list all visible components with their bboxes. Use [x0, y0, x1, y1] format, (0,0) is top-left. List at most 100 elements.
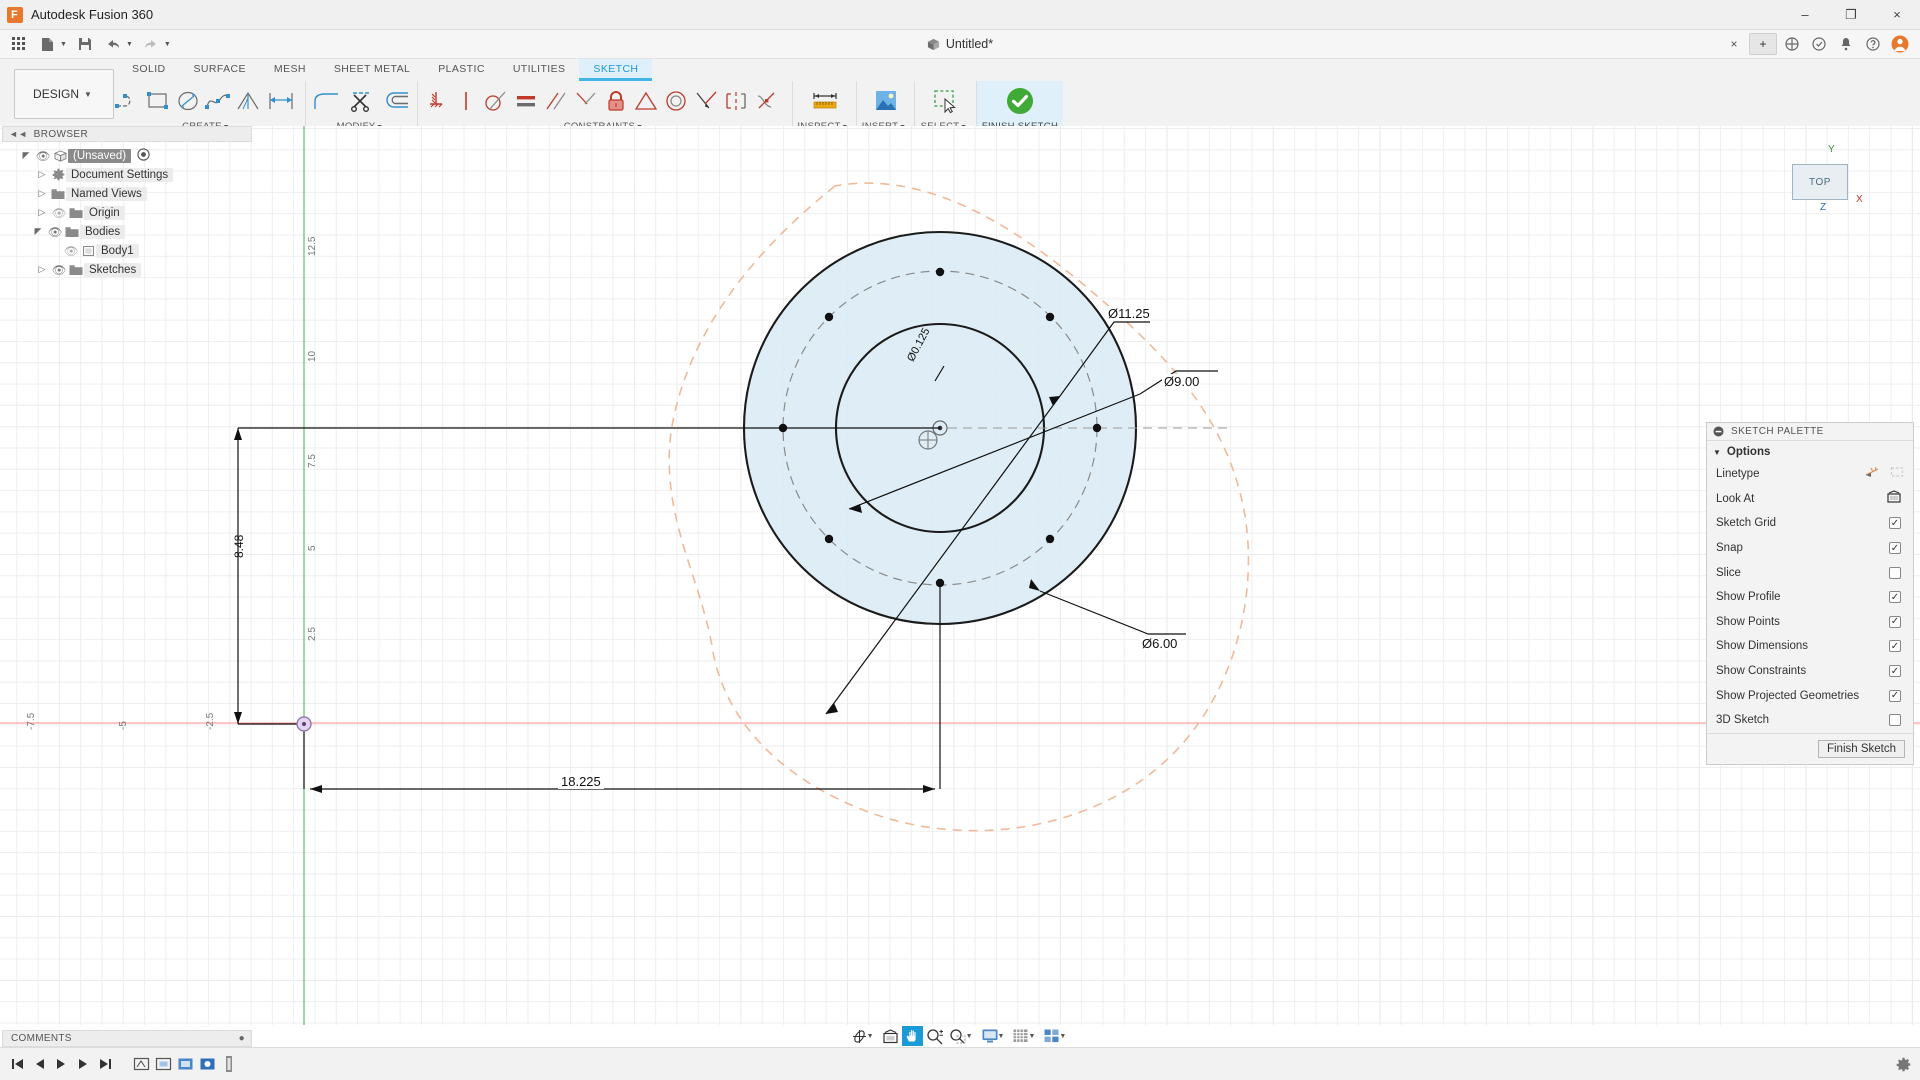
palette-row-sketch-grid[interactable]: Sketch Grid ✓ [1707, 511, 1913, 536]
look-at-icon[interactable] [880, 1026, 901, 1046]
tab-surface[interactable]: SURFACE [180, 59, 260, 81]
circle-icon[interactable] [173, 84, 203, 118]
step-back-icon[interactable] [30, 1054, 48, 1074]
polygon-icon[interactable] [233, 84, 263, 118]
dimension-label-outer[interactable]: Ø11.25 [1106, 306, 1152, 321]
sketch-palette-options-section[interactable]: ▼ Options [1707, 441, 1913, 462]
collinear-constraint-icon[interactable] [691, 84, 721, 118]
display-settings-caret-icon[interactable]: ▼ [998, 1033, 1005, 1040]
grid-menu-icon[interactable] [6, 32, 32, 56]
collapse-arrow-icon[interactable]: ▷ [34, 188, 50, 199]
view-cube-face-top[interactable]: TOP [1792, 164, 1848, 200]
fillet-icon[interactable] [309, 84, 344, 118]
display-settings-icon[interactable]: ▼ [979, 1026, 1010, 1046]
fix-lock-icon[interactable] [601, 84, 631, 118]
trim-scissors-icon[interactable] [344, 84, 379, 118]
pattern-feature-icon[interactable] [220, 1054, 238, 1074]
view-cube[interactable]: TOP Y X Z [1778, 146, 1868, 216]
tab-solid[interactable]: SOLID [118, 59, 180, 81]
add-document-tab-button[interactable]: + [1749, 33, 1777, 55]
skip-end-icon[interactable] [96, 1054, 114, 1074]
palette-row-slice[interactable]: Slice [1707, 560, 1913, 585]
dimension-label-horizontal[interactable]: 18.225 [558, 774, 604, 789]
palette-row-linetype[interactable]: Linetype [1707, 462, 1913, 487]
rectangle-icon[interactable] [143, 84, 173, 118]
look-at-icon[interactable] [1886, 490, 1902, 507]
tangent-constraint-icon[interactable] [481, 84, 511, 118]
show-profile-checkbox[interactable]: ✓ [1889, 591, 1901, 603]
show-dimensions-checkbox[interactable]: ✓ [1889, 640, 1901, 652]
tab-sketch[interactable]: SKETCH [579, 59, 652, 81]
redo-icon[interactable] [138, 32, 164, 56]
close-button[interactable]: × [1874, 0, 1920, 30]
select-window-icon[interactable] [928, 84, 964, 118]
spline-icon[interactable] [203, 84, 233, 118]
offset-icon[interactable] [379, 84, 414, 118]
notification-bell-icon[interactable] [1834, 32, 1858, 56]
zoom-window-caret-icon[interactable]: ▼ [966, 1033, 973, 1040]
minus-circle-icon[interactable] [1713, 426, 1724, 437]
palette-row-look-at[interactable]: Look At [1707, 487, 1913, 512]
viewports-caret-icon[interactable]: ▼ [1059, 1033, 1066, 1040]
snap-checkbox[interactable]: ✓ [1889, 542, 1901, 554]
3d-sketch-checkbox[interactable] [1889, 714, 1901, 726]
tab-utilities[interactable]: UTILITIES [499, 59, 580, 81]
tree-item-body1[interactable]: 👁 Body1 [2, 241, 254, 260]
palette-row-show-profile[interactable]: Show Profile ✓ [1707, 585, 1913, 610]
play-icon[interactable] [52, 1054, 70, 1074]
show-constraints-checkbox[interactable]: ✓ [1889, 665, 1901, 677]
step-forward-icon[interactable] [74, 1054, 92, 1074]
expand-arrow-icon[interactable]: ◤ [18, 150, 34, 161]
dimension-label-inner[interactable]: Ø6.00 [1140, 636, 1179, 651]
tree-item-named-views[interactable]: ▷ Named Views [2, 184, 254, 203]
tab-plastic[interactable]: PLASTIC [424, 59, 499, 81]
undo-icon[interactable] [100, 32, 126, 56]
ground-constraint-icon[interactable] [421, 84, 451, 118]
minimize-button[interactable]: – [1782, 0, 1828, 30]
collapse-arrow-icon[interactable]: ▷ [34, 207, 50, 218]
palette-row-3d-sketch[interactable]: 3D Sketch [1707, 708, 1913, 733]
tab-sheet-metal[interactable]: SHEET METAL [320, 59, 424, 81]
gear-settings-icon[interactable] [1894, 1054, 1912, 1074]
tab-mesh[interactable]: MESH [260, 59, 320, 81]
palette-row-snap[interactable]: Snap ✓ [1707, 536, 1913, 561]
curvature-constraint-icon[interactable] [751, 84, 781, 118]
visibility-eye-icon[interactable]: 👁 [46, 225, 64, 239]
slice-checkbox[interactable] [1889, 567, 1901, 579]
parallel-constraint-icon[interactable] [541, 84, 571, 118]
palette-finish-sketch-button[interactable]: Finish Sketch [1818, 740, 1905, 758]
palette-row-show-projected-geometries[interactable]: Show Projected Geometries ✓ [1707, 683, 1913, 708]
pan-hand-icon[interactable] [902, 1026, 923, 1046]
tree-item-bodies[interactable]: ◤ 👁 Bodies [2, 222, 254, 241]
insert-image-icon[interactable] [871, 84, 901, 118]
collapse-arrow-icon[interactable]: ▷ [34, 169, 50, 180]
perpendicular-constraint-icon[interactable] [571, 84, 601, 118]
radio-target-icon[interactable] [137, 148, 150, 164]
horizontal-vertical-icon[interactable] [511, 84, 541, 118]
new-file-caret-icon[interactable]: ▼ [60, 41, 67, 48]
equal-constraint-icon[interactable] [631, 84, 661, 118]
visibility-eye-off-icon[interactable]: 👁 [50, 206, 68, 220]
dimension-label-vertical[interactable]: 8.48 [232, 535, 246, 558]
user-avatar-icon[interactable] [1888, 32, 1912, 56]
fillet-feature-icon[interactable] [176, 1054, 194, 1074]
workspace-switcher[interactable]: DESIGN ▼ [14, 69, 114, 119]
help-circle-icon[interactable] [1807, 32, 1831, 56]
grid-snaps-icon[interactable]: ▼ [1010, 1026, 1040, 1046]
sketch-feature-icon[interactable] [132, 1054, 150, 1074]
dimension-icon[interactable] [263, 84, 299, 118]
line-icon[interactable] [113, 84, 143, 118]
skip-start-icon[interactable] [8, 1054, 26, 1074]
maximize-button[interactable]: ❐ [1828, 0, 1874, 30]
extrude-feature-icon[interactable] [154, 1054, 172, 1074]
tree-item-document-settings[interactable]: ▷ Document Settings [2, 165, 254, 184]
concentric-constraint-icon[interactable] [661, 84, 691, 118]
vertical-constraint-icon[interactable] [451, 84, 481, 118]
visibility-eye-icon[interactable]: 👁 [50, 263, 68, 277]
visibility-eye-icon[interactable]: 👁 [34, 149, 52, 163]
question-help-icon[interactable] [1861, 32, 1885, 56]
expand-arrow-icon[interactable]: ◤ [30, 226, 46, 237]
show-points-checkbox[interactable]: ✓ [1889, 616, 1901, 628]
show-projected-geometries-checkbox[interactable]: ✓ [1889, 690, 1901, 702]
zoom-window-icon[interactable]: ▼ [947, 1026, 978, 1046]
